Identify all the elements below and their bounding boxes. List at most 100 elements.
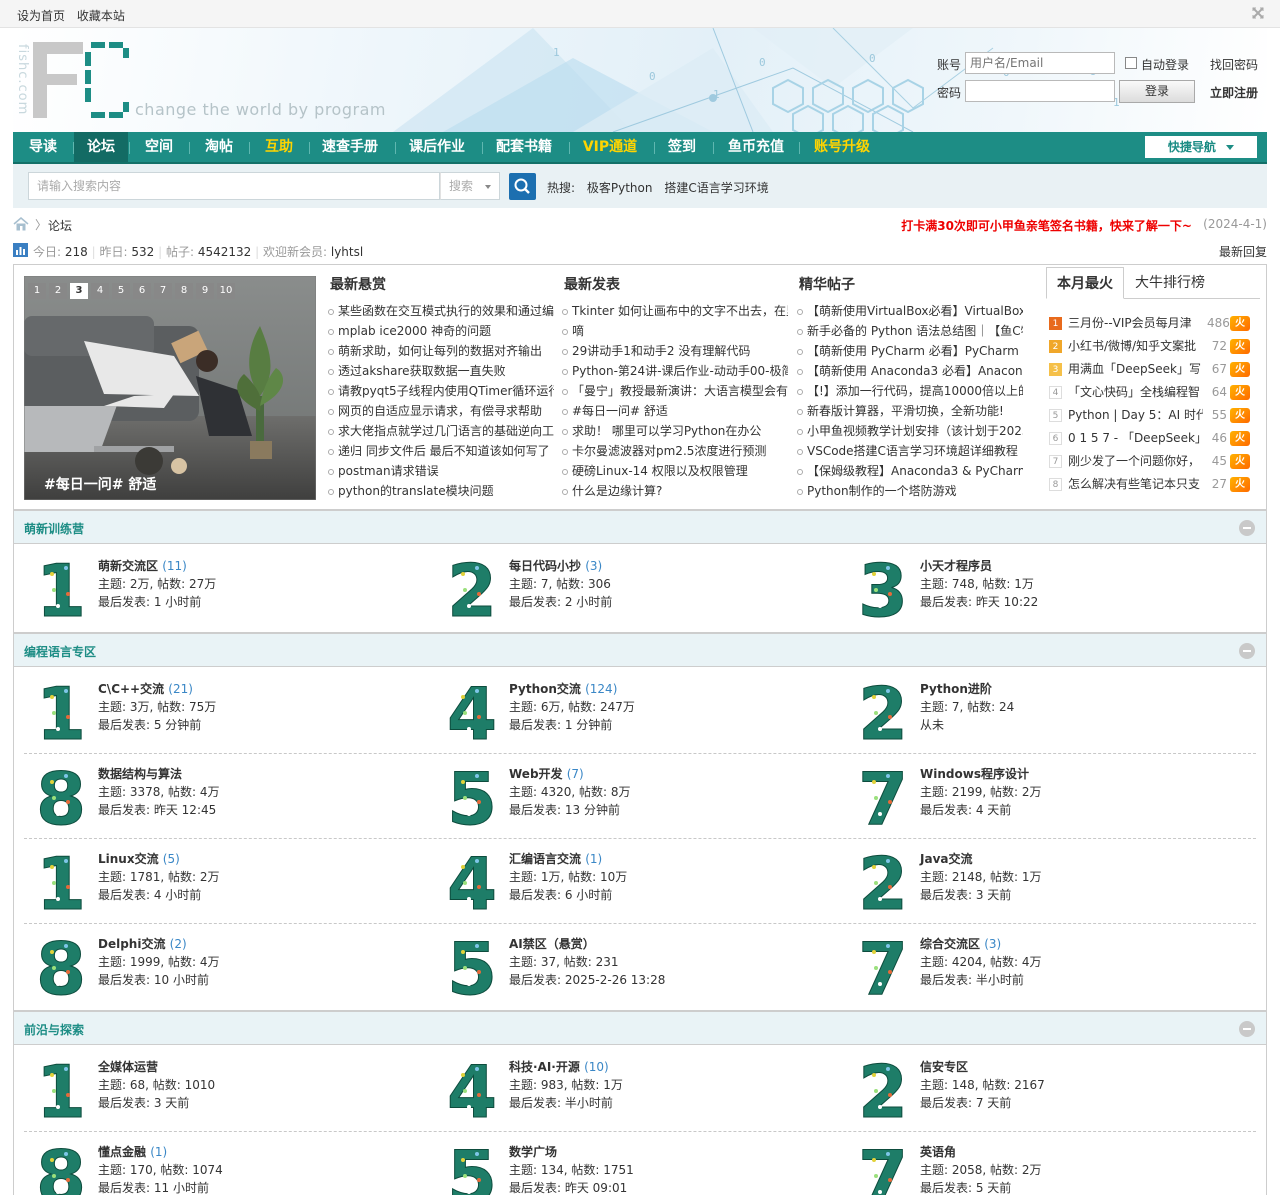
section-title[interactable]: 萌新训练营 — [24, 520, 84, 537]
section-header[interactable]: 萌新训练营 — [14, 510, 1266, 544]
register-link[interactable]: 立即注册 — [1210, 84, 1258, 101]
forum-name-link[interactable]: Windows程序设计 — [920, 767, 1029, 781]
slider-page[interactable]: 2 — [49, 283, 67, 299]
fc-logo[interactable] — [33, 42, 133, 120]
forum-icon[interactable]: 7 — [857, 757, 908, 842]
tab-monthly-hot[interactable]: 本月最火 — [1046, 267, 1124, 299]
nav-item-upgrade[interactable]: 账号升级 — [800, 132, 884, 162]
forum-last-post[interactable]: 最后发表: 6 小时前 — [509, 886, 612, 903]
hot-search-item[interactable]: 极客Python — [587, 181, 653, 195]
topic-link[interactable]: 【萌新使用 Anaconda3 必看】Anaconda3 — [797, 361, 1023, 381]
topic-link[interactable]: 「曼宁」教授最新演讲：大语言模型会有 — [562, 381, 788, 401]
forum-icon[interactable]: 2 — [857, 672, 908, 757]
forum-name-link[interactable]: 懂点金融 — [98, 1145, 146, 1159]
set-home-link[interactable]: 设为首页 — [17, 9, 65, 23]
rank-title[interactable]: 怎么解决有些笔记本只支 — [1068, 473, 1203, 496]
forum-name-link[interactable]: 数学广场 — [509, 1145, 557, 1159]
forum-icon[interactable]: 4 — [446, 842, 497, 927]
forum-last-post[interactable]: 最后发表: 4 天前 — [920, 801, 1011, 818]
forum-last-post[interactable]: 最后发表: 4 小时前 — [98, 886, 201, 903]
topic-link[interactable]: python的translate模块问题 — [328, 481, 554, 501]
forum-icon[interactable]: 4 — [446, 672, 497, 757]
topic-link[interactable]: 请教pyqt5子线程内使用QTimer循环运行 — [328, 381, 554, 401]
topic-link[interactable]: 【!】添加一行代码，提高10000倍以上的 — [797, 381, 1023, 401]
forum-name-link[interactable]: 小天才程序员 — [920, 559, 992, 573]
topic-link[interactable]: 29讲动手1和动手2 没有理解代码 — [562, 341, 788, 361]
topic-link[interactable]: 小甲鱼视频教学计划安排（该计划于2025 — [797, 421, 1023, 441]
forum-last-post[interactable]: 最后发表: 2025-2-26 13:28 — [509, 971, 665, 988]
rank-title[interactable]: 「文心快码」全栈编程智 — [1068, 381, 1203, 404]
topic-link[interactable]: Python制作的一个塔防游戏 — [797, 481, 1023, 501]
forum-last-post[interactable]: 最后发表: 昨天 09:01 — [509, 1179, 627, 1195]
forum-name-link[interactable]: 全媒体运营 — [98, 1060, 158, 1074]
bookmark-link[interactable]: 收藏本站 — [77, 9, 125, 23]
tab-top-users[interactable]: 大牛排行榜 — [1126, 267, 1214, 299]
nav-item-homework[interactable]: 课后作业 — [396, 132, 478, 162]
breadcrumb-current[interactable]: 论坛 — [48, 217, 72, 234]
forum-name-link[interactable]: Web开发 — [509, 767, 563, 781]
section-title[interactable]: 编程语言专区 — [24, 643, 96, 660]
forum-last-post[interactable]: 最后发表: 3 天前 — [98, 1094, 189, 1111]
forum-last-post[interactable]: 最后发表: 半小时前 — [509, 1094, 613, 1111]
forum-last-post[interactable]: 最后发表: 10 小时前 — [98, 971, 209, 988]
forum-name-link[interactable]: 综合交流区 — [920, 937, 980, 951]
topic-link[interactable]: 萌新求助，如何让每列的数据对齐输出 — [328, 341, 554, 361]
slider-page[interactable]: 6 — [133, 283, 151, 299]
image-slider[interactable]: 1 2 3 4 5 6 7 8 9 10 #每日一问# 舒适 — [24, 276, 316, 500]
forum-name-link[interactable]: 汇编语言交流 — [509, 852, 581, 866]
ranking-item[interactable]: 6 0 1 5 7 - 「DeepSeek」下 46火 — [1046, 427, 1260, 450]
collapse-icon[interactable] — [1239, 643, 1255, 659]
rank-title[interactable]: 三月份--VIP会员每月津 — [1068, 312, 1203, 335]
search-type-select[interactable]: 搜索 — [440, 172, 500, 200]
forum-name-link[interactable]: Java交流 — [920, 852, 972, 866]
forum-icon[interactable]: 8 — [35, 1135, 86, 1195]
forum-last-post[interactable]: 最后发表: 5 分钟前 — [98, 716, 201, 733]
topic-link[interactable]: 求助！ 哪里可以学习Python在办公 — [562, 421, 788, 441]
forum-last-post[interactable]: 最后发表: 1 分钟前 — [509, 716, 612, 733]
forum-last-post[interactable]: 最后发表: 13 分钟前 — [509, 801, 620, 818]
topic-link[interactable]: 新春版计算器，平滑切换，全新功能! — [797, 401, 1023, 421]
forum-icon[interactable]: 2 — [446, 549, 497, 634]
topic-link[interactable]: postman请求错误 — [328, 461, 554, 481]
forum-name-link[interactable]: Python进阶 — [920, 682, 992, 696]
slider-page[interactable]: 4 — [91, 283, 109, 299]
new-member-link[interactable]: lyhtsl — [331, 245, 363, 259]
forum-name-link[interactable]: C\C++交流 — [98, 682, 164, 696]
ranking-item[interactable]: 1 三月份--VIP会员每月津 486 火 — [1046, 312, 1260, 335]
close-icon[interactable] — [1250, 5, 1266, 21]
topic-link[interactable]: #每日一问# 舒适 — [562, 401, 788, 421]
forum-last-post[interactable]: 最后发表: 昨天 10:22 — [920, 593, 1038, 610]
nav-item-space[interactable]: 空间 — [130, 132, 188, 162]
rank-title[interactable]: 0 1 5 7 - 「DeepSeek」下 — [1068, 427, 1203, 450]
forum-name-link[interactable]: Python交流 — [509, 682, 581, 696]
forum-last-post[interactable]: 最后发表: 2 小时前 — [509, 593, 612, 610]
forum-icon[interactable]: 1 — [35, 549, 86, 634]
nav-item-vip[interactable]: VIP通道 — [570, 132, 650, 162]
search-input[interactable]: 请输入搜索内容 — [28, 172, 440, 200]
auto-login-label[interactable]: 自动登录 — [1141, 56, 1189, 73]
slide-caption[interactable]: #每日一问# 舒适 — [44, 474, 156, 494]
ranking-item[interactable]: 3 用满血「DeepSeek」写「 67 火 — [1046, 358, 1260, 381]
topic-link[interactable]: 【萌新使用VirtualBox必看】VirtualBox基 — [797, 301, 1023, 321]
section-header[interactable]: 编程语言专区 — [14, 633, 1266, 667]
topic-link[interactable]: 【萌新使用 PyCharm 必看】PyCharm 基 — [797, 341, 1023, 361]
forum-last-post[interactable]: 最后发表: 半小时前 — [920, 971, 1024, 988]
forum-name-link[interactable]: 信安专区 — [920, 1060, 968, 1074]
nav-item-guide[interactable]: 导读 — [13, 132, 73, 162]
forum-last-post[interactable]: 最后发表: 1 小时前 — [98, 593, 201, 610]
forum-icon[interactable]: 7 — [857, 927, 908, 1012]
home-icon[interactable] — [13, 217, 29, 231]
forum-icon[interactable]: 1 — [35, 672, 86, 757]
ranking-item[interactable]: 7 刚少发了一个问题你好， 45 火 — [1046, 450, 1260, 473]
forum-last-post[interactable]: 最后发表: 5 天前 — [920, 1179, 1011, 1195]
forum-icon[interactable]: 1 — [35, 1050, 86, 1135]
section-title[interactable]: 前沿与探索 — [24, 1021, 84, 1038]
forum-name-link[interactable]: 科技·AI·开源 — [509, 1060, 580, 1074]
ranking-item[interactable]: 8 怎么解决有些笔记本只支 27 火 — [1046, 473, 1260, 496]
nav-item-manual[interactable]: 速查手册 — [310, 132, 390, 162]
topic-link[interactable]: mplab ice2000 神奇的问题 — [328, 321, 554, 341]
rank-title[interactable]: Python | Day 5：AI 时代 — [1068, 404, 1203, 427]
topic-link[interactable]: 什么是边缘计算? — [562, 481, 788, 501]
topic-link[interactable]: 网页的自适应显示请求，有偿寻求帮助 — [328, 401, 554, 421]
forum-icon[interactable]: 2 — [857, 1050, 908, 1135]
